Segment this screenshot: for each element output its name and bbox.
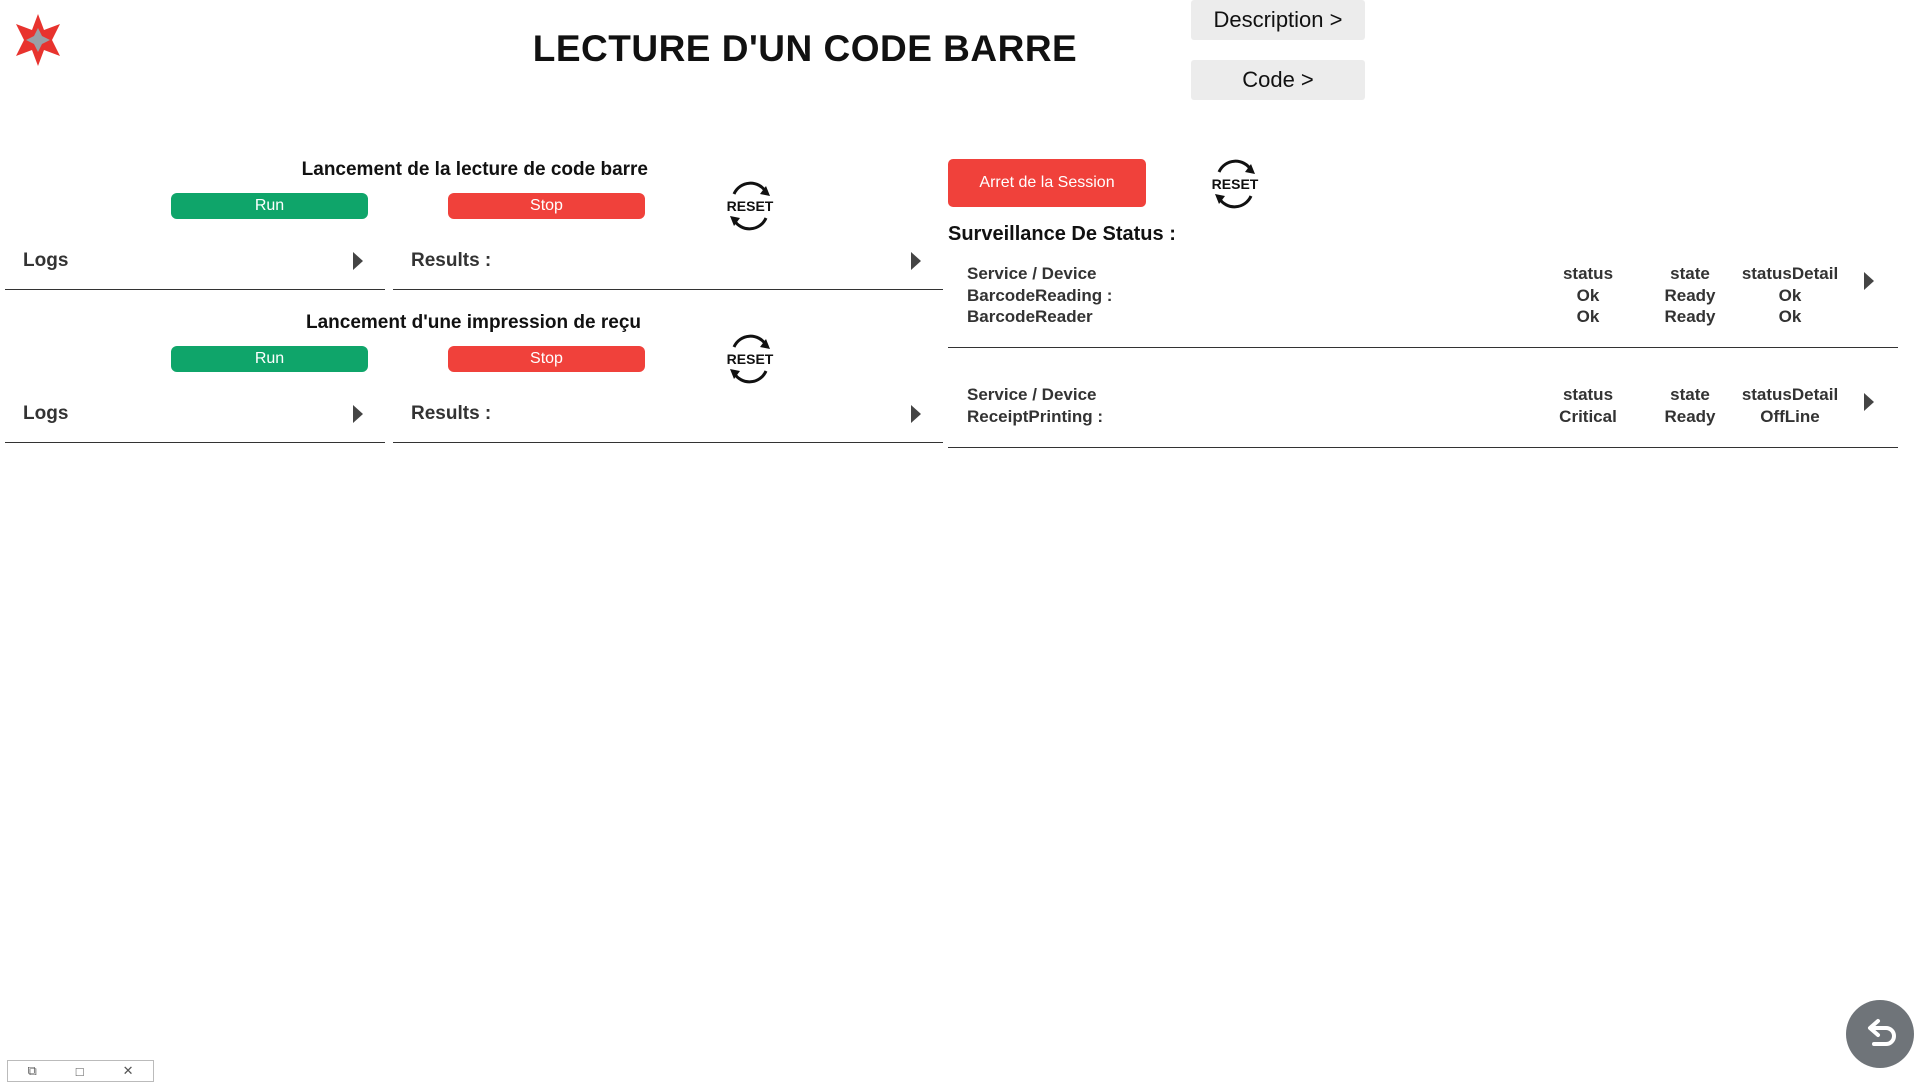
row-name: BarcodeReader [967,307,1093,326]
status-table-barcode: Service / Device status state statusDeta… [948,264,1898,348]
barcode-reset-icon[interactable]: RESET [722,178,778,234]
receipt-reset-icon[interactable]: RESET [722,331,778,387]
table-row: ReceiptPrinting : Critical Ready OffLine [948,407,1898,429]
app-logo [16,14,60,66]
results-label: Results : [411,249,492,271]
receipt-results-panel[interactable]: Results : [393,385,943,443]
code-button[interactable]: Code > [1191,60,1365,100]
expand-triangle-icon[interactable] [911,404,921,423]
minimized-window-controls: ⧉ □ ✕ [7,1060,154,1082]
barcode-section-title: Lancement de la lecture de code barre [301,159,648,180]
expand-triangle-icon[interactable] [1864,272,1874,290]
barcode-logs-panel[interactable]: Logs [5,232,385,290]
table-header-row: Service / Device status state statusDeta… [948,264,1898,286]
receipt-section-title: Lancement d'une impression de reçu [306,312,641,333]
row-name: BarcodeReading : [967,285,1113,305]
row-detail: Ok [1778,307,1802,326]
expand-triangle-icon[interactable] [353,404,363,423]
status-table-receipt: Service / Device status state statusDeta… [948,385,1898,448]
stop-session-button[interactable]: Arret de la Session [948,159,1146,207]
col-status-detail: statusDetail [1741,264,1839,283]
col-service-device: Service / Device [967,385,1097,404]
table-header-row: Service / Device status state statusDeta… [948,385,1898,407]
receipt-run-button[interactable]: Run [171,346,368,372]
maximize-icon[interactable]: □ [76,1064,84,1079]
row-detail: OffLine [1760,406,1820,426]
receipt-stop-button[interactable]: Stop [448,346,645,372]
logs-label: Logs [23,402,69,424]
row-detail: Ok [1778,285,1802,305]
page-title: LECTURE D'UN CODE BARRE [532,28,1078,69]
reset-label: RESET [1212,176,1259,192]
barcode-results-panel[interactable]: Results : [393,232,943,290]
description-button[interactable]: Description > [1191,0,1365,40]
receipt-logs-panel[interactable]: Logs [5,385,385,443]
expand-triangle-icon[interactable] [353,251,363,270]
results-label: Results : [411,402,492,424]
status-monitoring-heading: Surveillance De Status : [948,223,1176,245]
close-icon[interactable]: ✕ [123,1063,134,1079]
table-row: BarcodeReader Ok Ready Ok [948,307,1898,329]
expand-triangle-icon[interactable] [1864,393,1874,411]
barcode-run-button[interactable]: Run [171,193,368,219]
barcode-stop-button[interactable]: Stop [448,193,645,219]
restore-icon[interactable]: ⧉ [27,1063,36,1079]
col-status-detail: statusDetail [1741,385,1839,404]
col-service-device: Service / Device [967,264,1097,283]
session-reset-icon[interactable]: RESET [1207,156,1263,212]
reset-label: RESET [727,351,774,367]
table-row: BarcodeReading : Ok Ready Ok [948,286,1898,308]
row-name: ReceiptPrinting : [967,406,1104,426]
return-arrow-icon [1868,1019,1896,1046]
expand-triangle-icon[interactable] [911,251,921,270]
logs-label: Logs [23,249,69,271]
reset-label: RESET [727,198,774,214]
back-button[interactable] [1846,1000,1914,1068]
